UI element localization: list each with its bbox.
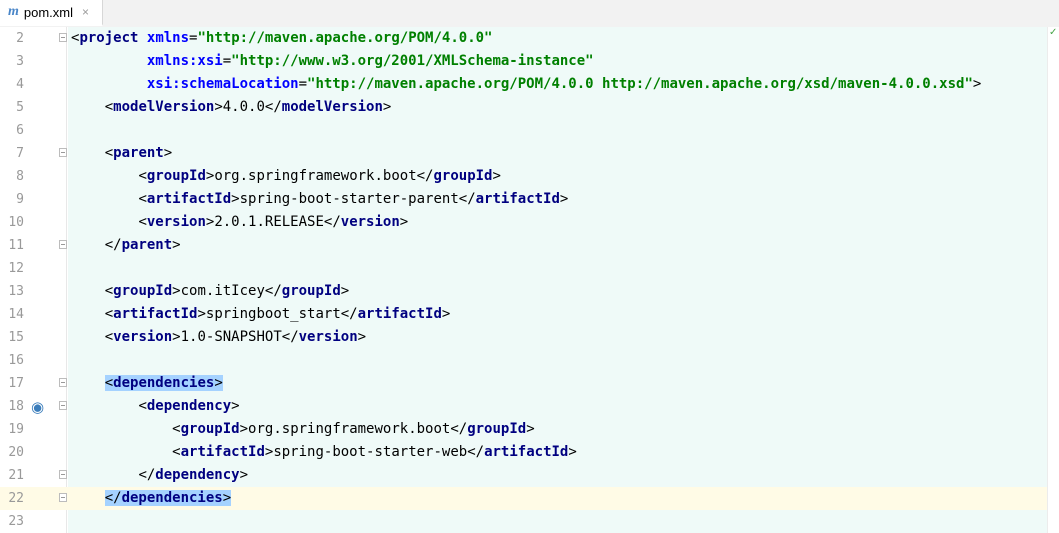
- code-text: <groupId>org.springframework.boot</group…: [172, 421, 535, 437]
- fold-icon[interactable]: [59, 401, 67, 410]
- code-line[interactable]: 3 xmlns:xsi="http://www.w3.org/2001/XMLS…: [0, 50, 1047, 73]
- code-text: xmlns:xsi="http://www.w3.org/2001/XMLSch…: [146, 53, 594, 69]
- code-text: <artifactId>springboot_start</artifactId…: [104, 306, 451, 322]
- code-line[interactable]: 13 <groupId>com.itIcey</groupId>: [0, 280, 1047, 303]
- line-number: 7: [16, 146, 24, 161]
- code-text: <dependency>: [138, 398, 240, 414]
- line-number: 3: [16, 54, 24, 69]
- line-number: 23: [8, 514, 24, 529]
- code-text: <groupId>com.itIcey</groupId>: [104, 283, 350, 299]
- code-text: <parent>: [104, 145, 173, 161]
- code-line[interactable]: 4 xsi:schemaLocation="http://maven.apach…: [0, 73, 1047, 96]
- code-line[interactable]: 17 <dependencies>: [0, 372, 1047, 395]
- line-number: 4: [16, 77, 24, 92]
- code-line[interactable]: 19 <groupId>org.springframework.boot</gr…: [0, 418, 1047, 441]
- code-line[interactable]: 8 <groupId>org.springframework.boot</gro…: [0, 165, 1047, 188]
- line-number: 16: [8, 353, 24, 368]
- line-number: 12: [8, 261, 24, 276]
- fold-icon[interactable]: [59, 378, 67, 387]
- code-text: <version>2.0.1.RELEASE</version>: [138, 214, 409, 230]
- fold-icon[interactable]: [59, 240, 67, 249]
- code-text: </dependency>: [138, 467, 249, 483]
- code-line[interactable]: 20 <artifactId>spring-boot-starter-web</…: [0, 441, 1047, 464]
- fold-icon[interactable]: [59, 148, 67, 157]
- code-text: <artifactId>spring-boot-starter-parent</…: [138, 191, 569, 207]
- code-line[interactable]: 22 </dependencies>: [0, 487, 1047, 510]
- dependency-icon[interactable]: ◉: [31, 398, 49, 416]
- line-number: 8: [16, 169, 24, 184]
- code-line[interactable]: 9 <artifactId>spring-boot-starter-parent…: [0, 188, 1047, 211]
- code-line[interactable]: 18 ◉ <dependency>: [0, 395, 1047, 418]
- line-number: 5: [16, 100, 24, 115]
- code-text: </dependencies>: [104, 490, 232, 506]
- code-line[interactable]: 21 </dependency>: [0, 464, 1047, 487]
- line-number: 6: [16, 123, 24, 138]
- line-number: 17: [8, 376, 24, 391]
- line-number: 22: [8, 491, 24, 506]
- line-number: 21: [8, 468, 24, 483]
- editor-scrollbar[interactable]: [1047, 27, 1059, 533]
- code-text: <modelVersion>4.0.0</modelVersion>: [104, 99, 392, 115]
- code-text: <version>1.0-SNAPSHOT</version>: [104, 329, 367, 345]
- line-number: 15: [8, 330, 24, 345]
- tab-title: pom.xml: [23, 4, 74, 20]
- code-line[interactable]: 6: [0, 119, 1047, 142]
- line-number: 19: [8, 422, 24, 437]
- line-number: 9: [16, 192, 24, 207]
- line-number: 13: [8, 284, 24, 299]
- code-text: <dependencies>: [104, 375, 223, 391]
- code-line[interactable]: 12: [0, 257, 1047, 280]
- code-text: </parent>: [104, 237, 181, 253]
- code-editor[interactable]: ✓ 2 <project xmlns="http://maven.apache.o…: [0, 27, 1059, 533]
- code-text: xsi:schemaLocation="http://maven.apache.…: [146, 76, 982, 92]
- code-line[interactable]: 5 <modelVersion>4.0.0</modelVersion>: [0, 96, 1047, 119]
- code-line[interactable]: 23: [0, 510, 1047, 533]
- line-number: 2: [16, 31, 24, 46]
- fold-icon[interactable]: [59, 33, 67, 42]
- maven-icon: m: [8, 4, 19, 19]
- code-line[interactable]: 16: [0, 349, 1047, 372]
- ide-window: m pom.xml × ✓ 2 <project xmlns="http://ma…: [0, 0, 1059, 533]
- line-number: 18: [8, 399, 24, 414]
- code-line[interactable]: 10 <version>2.0.1.RELEASE</version>: [0, 211, 1047, 234]
- close-icon[interactable]: ×: [82, 5, 89, 19]
- code-line[interactable]: 2 <project xmlns="http://maven.apache.org…: [0, 27, 1047, 50]
- tab-pom-xml[interactable]: m pom.xml ×: [0, 0, 103, 26]
- fold-icon[interactable]: [59, 493, 67, 502]
- code-text: <groupId>org.springframework.boot</group…: [138, 168, 501, 184]
- editor-tab-bar: m pom.xml ×: [0, 0, 1059, 28]
- code-line[interactable]: 11 </parent>: [0, 234, 1047, 257]
- line-number: 14: [8, 307, 24, 322]
- check-icon: ✓: [1049, 27, 1058, 38]
- code-line[interactable]: 7 <parent>: [0, 142, 1047, 165]
- line-number: 10: [8, 215, 24, 230]
- code-line[interactable]: 15 <version>1.0-SNAPSHOT</version>: [0, 326, 1047, 349]
- code-text: <project xmlns="http://maven.apache.org/…: [71, 30, 493, 46]
- line-number: 20: [8, 445, 24, 460]
- code-line[interactable]: 14 <artifactId>springboot_start</artifac…: [0, 303, 1047, 326]
- fold-icon[interactable]: [59, 470, 67, 479]
- line-number: 11: [8, 238, 24, 253]
- code-text: <artifactId>spring-boot-starter-web</art…: [172, 444, 577, 460]
